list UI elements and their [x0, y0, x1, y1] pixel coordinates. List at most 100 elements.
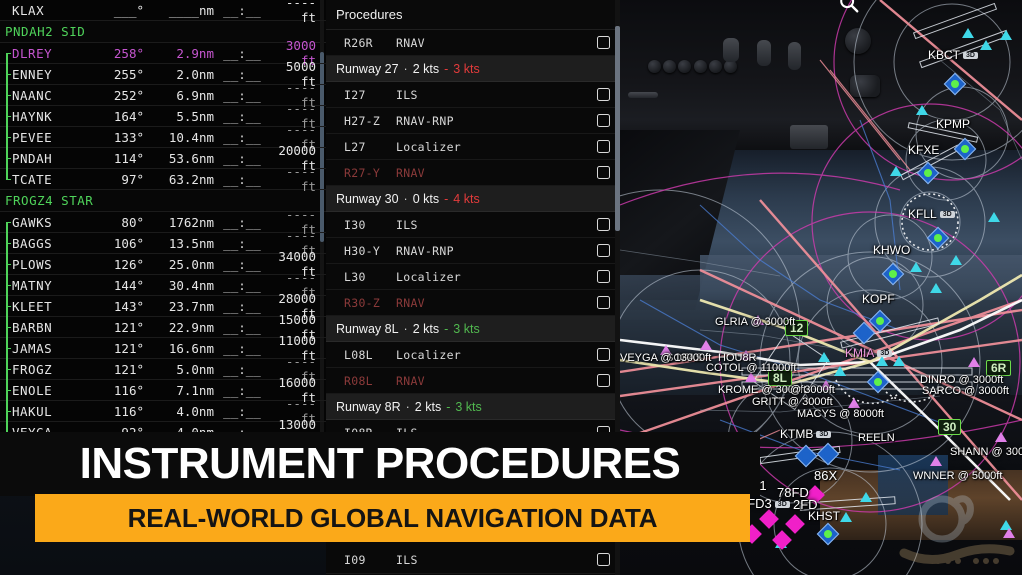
airport-label-khwo[interactable]: KHWO	[873, 243, 910, 257]
leg-ident: ENNEY	[12, 66, 53, 82]
runway-group-header[interactable]: Runway 27 · 2 kts - 3 kts	[326, 56, 620, 82]
search-icon[interactable]	[838, 0, 860, 14]
leg-distance: 4.0nm	[176, 424, 214, 440]
leg-connector	[4, 274, 12, 296]
procedure-checkbox[interactable]	[597, 553, 610, 566]
procedure-checkbox[interactable]	[597, 270, 610, 283]
airport-label-kfxe[interactable]: KFXE	[908, 143, 939, 157]
procedure-checkbox[interactable]	[597, 426, 610, 439]
runway-group-header[interactable]: Runway 30 · 0 kts - 4 kts	[326, 186, 620, 212]
overhead-switch-3	[788, 42, 801, 70]
procedure-type: Localizer	[396, 269, 462, 284]
procedure-row[interactable]: I27 ILS	[326, 82, 620, 108]
procedure-id: L27	[344, 139, 366, 154]
procedure-checkbox[interactable]	[597, 36, 610, 49]
leg-distance: 4.0nm	[176, 403, 214, 419]
procedure-checkbox[interactable]	[597, 166, 610, 179]
leg-distance: 7.1nm	[176, 382, 214, 398]
procedure-checkbox[interactable]	[597, 140, 610, 153]
waypoint-label: SHANN @ 3000ft	[950, 446, 1022, 458]
procedure-checkbox[interactable]	[597, 244, 610, 257]
procedure-checkbox[interactable]	[597, 374, 610, 387]
procedure-id: R08L	[344, 373, 373, 388]
leg-eta: __:__	[223, 108, 261, 124]
flight-plan-leg-row[interactable]: VEYGA 92° 4.0nm __:__ 13000 ft	[0, 417, 326, 440]
procedure-checkbox[interactable]	[597, 296, 610, 309]
leg-ident: TCATE	[12, 171, 53, 187]
airport-label-text: KTMB	[780, 427, 814, 441]
airport-label-kopf[interactable]: KOPF	[862, 292, 895, 306]
flight-plan-origin-row[interactable]: KLAX ___° ____nm __:__ ---- ft	[0, 0, 326, 25]
airport-label-ktmb[interactable]: KTMB 3D	[780, 427, 832, 441]
airport-label-kbct[interactable]: KBCT 3D	[928, 48, 978, 62]
airport-label-text: KBCT	[928, 48, 961, 62]
overhead-switch-1	[723, 38, 739, 62]
procedures-panel[interactable]: Procedures R26R RNAV Runway 27 · 2 kts -…	[326, 0, 620, 575]
leg-eta: __:__	[223, 256, 261, 272]
procedure-row[interactable]: L30 Localizer	[326, 264, 620, 290]
leg-course: 114°	[113, 150, 144, 166]
procedure-row[interactable]: R27-Y RNAV	[326, 160, 620, 186]
flight-plan-panel[interactable]: KLAX ___° ____nm __:__ ---- ft PNDAH2 SI…	[0, 0, 326, 440]
procedure-row[interactable]: R08L RNAV	[326, 368, 620, 394]
waypoint-triangle	[995, 432, 1007, 442]
leg-connector	[4, 232, 12, 254]
leg-eta: __:__	[223, 403, 261, 419]
leg-altitude: 13000 ft	[278, 417, 316, 440]
badge-3d: 3D	[877, 350, 893, 358]
runway-badge-30[interactable]: 30	[938, 419, 962, 435]
leg-eta: __:__	[223, 235, 261, 251]
procedure-checkbox[interactable]	[597, 348, 610, 361]
leg-distance: 6.9nm	[176, 87, 214, 103]
procedure-checkbox[interactable]	[597, 114, 610, 127]
airport-marker-kfxe[interactable]	[916, 161, 940, 185]
waypoint-label: SARCO @ 3000ft	[922, 385, 1009, 397]
procedure-row[interactable]: I09 ILS	[326, 546, 620, 574]
leg-connector	[4, 358, 12, 380]
waypoint-triangle	[980, 40, 992, 50]
badge-3d: 3D	[816, 431, 832, 439]
overhead-knob-1	[648, 60, 661, 73]
airport-label-kfll[interactable]: KFLL 3D	[908, 207, 955, 221]
leg-connector	[4, 212, 12, 233]
procedure-type: ILS	[396, 87, 418, 102]
airport-label-kpmp[interactable]: KPMP	[936, 117, 970, 131]
procedure-row[interactable]: I30 ILS	[326, 212, 620, 238]
runway-name: Runway 27	[336, 61, 399, 76]
headwind-value: 0 kts	[412, 191, 440, 206]
runway-group-header[interactable]: Runway 8R · 2 kts - 3 kts	[326, 394, 620, 420]
procedure-id: I09	[344, 552, 366, 567]
procedures-scrollbar-thumb[interactable]	[615, 26, 620, 231]
waypoint-triangle	[848, 398, 860, 408]
leg-connector	[4, 126, 12, 148]
procedure-row[interactable]: L27 Localizer	[326, 134, 620, 160]
airport-marker-kfll[interactable]	[926, 226, 950, 250]
crosswind-separator-icon: -	[446, 399, 451, 414]
procedure-row[interactable]: R26R RNAV	[326, 30, 620, 56]
procedure-row[interactable]: H27-Z RNAV-RNP	[326, 108, 620, 134]
procedure-id: R30-Z	[344, 295, 381, 310]
procedure-row[interactable]: H30-Y RNAV-RNP	[326, 238, 620, 264]
procedure-row[interactable]: L08L Localizer	[326, 342, 620, 368]
leg-course: 92°	[121, 424, 144, 440]
airport-label-text: KFLL	[908, 207, 937, 221]
leg-distance: 13.5nm	[168, 235, 214, 251]
procedure-row[interactable]: I08R ILS	[326, 420, 620, 446]
leg-ident: KLAX	[12, 2, 45, 18]
bullet-separator-icon: ·	[403, 191, 408, 206]
leg-connector	[4, 84, 12, 106]
leg-ident: HAYNK	[12, 108, 53, 124]
procedure-checkbox[interactable]	[597, 218, 610, 231]
procedure-type: ILS	[396, 217, 418, 232]
leg-ident: BARBN	[12, 319, 53, 335]
leg-distance: 10.4nm	[168, 129, 214, 145]
procedure-row[interactable]: R30-Z RNAV	[326, 290, 620, 316]
overhead-dial	[850, 75, 880, 97]
waypoint-triangle	[916, 105, 928, 115]
airport-label-kmia[interactable]: KMIA 3D	[845, 346, 893, 360]
leg-course: 97°	[121, 171, 144, 187]
leg-eta: __:__	[223, 361, 261, 377]
procedure-checkbox[interactable]	[597, 88, 610, 101]
runway-group-header[interactable]: Runway 8L · 2 kts - 3 kts	[326, 316, 620, 342]
flight-plan-leg-row[interactable]: TCATE 97° 63.2nm __:__ ---- ft	[0, 164, 326, 194]
